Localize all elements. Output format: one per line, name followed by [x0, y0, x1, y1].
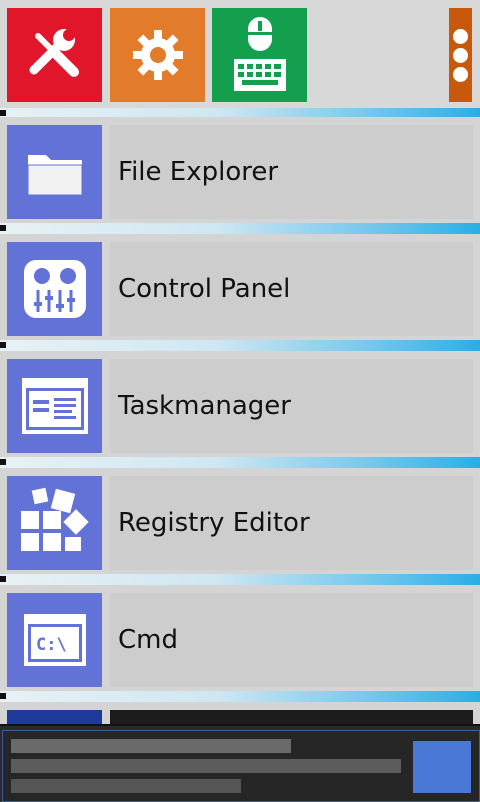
- folder-icon: [7, 125, 102, 219]
- row-divider: [0, 574, 480, 585]
- list-item-cmd[interactable]: C:\ Cmd: [0, 585, 480, 691]
- partial-icon-tile: [7, 710, 102, 724]
- mouse-keyboard-button[interactable]: [212, 8, 307, 102]
- list-item-label: Registry Editor: [118, 508, 310, 538]
- list-item-label: Cmd: [118, 625, 178, 655]
- gear-icon: [132, 30, 183, 80]
- mouse-keyboard-icon: [233, 17, 286, 91]
- row-divider: [0, 691, 480, 702]
- ad-blurred-text: [11, 779, 241, 793]
- list-item-partial[interactable]: [0, 702, 480, 724]
- list-item-file-explorer[interactable]: File Explorer: [0, 117, 480, 223]
- svg-text:C:\: C:\: [36, 635, 67, 655]
- list-item-label-box: Registry Editor: [110, 476, 473, 570]
- registry-icon: [7, 476, 102, 570]
- list-item-label-box: Control Panel: [110, 242, 473, 336]
- tools-icon: [29, 29, 79, 77]
- row-divider: [0, 223, 480, 234]
- row-divider: [0, 340, 480, 351]
- list-item-taskmanager[interactable]: Taskmanager: [0, 351, 480, 457]
- top-toolbar: [0, 0, 480, 108]
- more-dot: [453, 66, 468, 82]
- list-item-label-box: Cmd: [110, 593, 473, 687]
- more-dot: [453, 28, 468, 44]
- control-panel-icon: [7, 242, 102, 336]
- cmd-icon: C:\: [7, 593, 102, 687]
- ad-banner-content: [2, 730, 480, 802]
- list-item-label: Taskmanager: [118, 391, 291, 421]
- list-item-control-panel[interactable]: Control Panel: [0, 234, 480, 340]
- list-item-label-box: File Explorer: [110, 125, 473, 219]
- tools-button[interactable]: [7, 8, 102, 102]
- row-divider: [0, 457, 480, 468]
- list-item-label: File Explorer: [118, 157, 279, 187]
- list-item-label: Control Panel: [118, 274, 291, 304]
- ad-thumbnail: [413, 741, 471, 793]
- ad-blurred-text: [11, 739, 291, 753]
- taskmanager-icon: [7, 359, 102, 453]
- partial-label-box: [110, 710, 473, 724]
- settings-button[interactable]: [110, 8, 205, 102]
- more-dot: [453, 47, 468, 63]
- ad-banner[interactable]: [0, 724, 480, 802]
- list-item-registry-editor[interactable]: Registry Editor: [0, 468, 480, 574]
- ad-blurred-text: [11, 759, 401, 773]
- list-item-label-box: Taskmanager: [110, 359, 473, 453]
- more-options-button[interactable]: [449, 8, 472, 102]
